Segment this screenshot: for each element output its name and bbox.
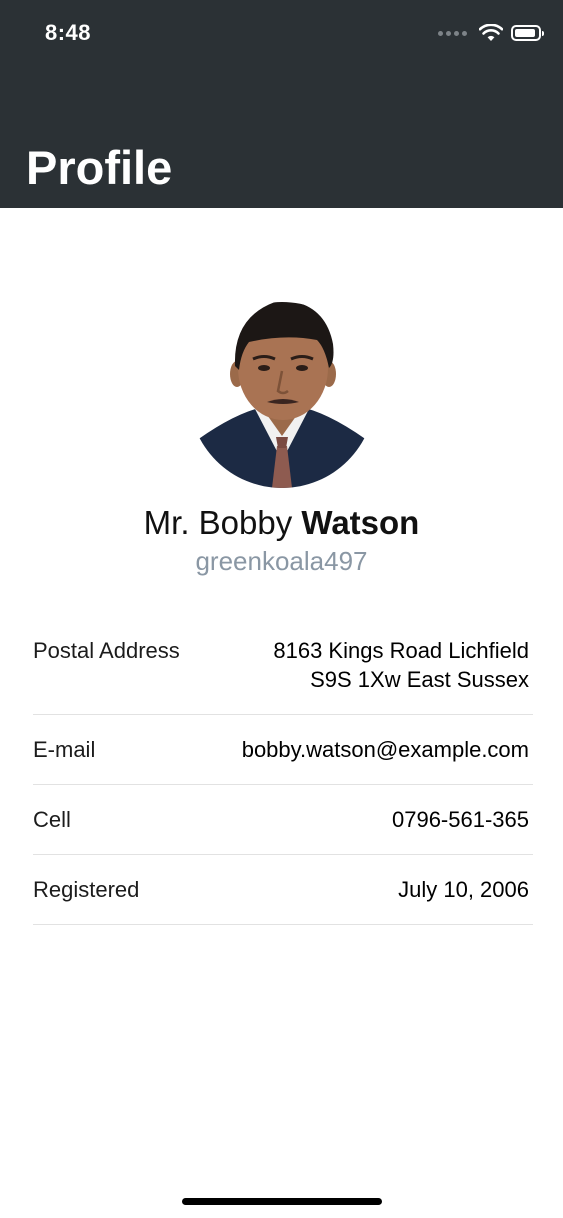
address-value: 8163 Kings Road Lichfield S9S 1Xw East S…	[273, 636, 533, 694]
cellular-signal-icon	[438, 30, 467, 36]
status-icons	[438, 24, 544, 42]
detail-row-email: E-mail bobby.watson@example.com	[33, 715, 533, 785]
detail-row-address: Postal Address 8163 Kings Road Lichfield…	[33, 620, 533, 715]
detail-row-registered: Registered July 10, 2006	[33, 855, 533, 925]
email-value[interactable]: bobby.watson@example.com	[242, 735, 533, 764]
detail-row-cell: Cell 0796-561-365	[33, 785, 533, 855]
navigation-header: 8:48 Profile	[0, 0, 563, 208]
status-time: 8:48	[45, 20, 92, 45]
name-title: Mr.	[143, 504, 190, 541]
registered-label: Registered	[33, 877, 140, 902]
battery-icon	[511, 25, 544, 41]
email-label: E-mail	[33, 737, 96, 762]
full-name: Mr. Bobby Watson	[0, 500, 563, 546]
wifi-icon	[479, 24, 503, 41]
cell-value[interactable]: 0796-561-365	[392, 805, 533, 834]
profile-screen: 8:48 Profile Mr. Bobby Watson greenkoala…	[0, 0, 563, 1218]
first-name: Bobby	[198, 504, 293, 541]
cell-label: Cell	[33, 807, 71, 832]
page-title: Profile	[26, 141, 173, 194]
address-label: Postal Address	[33, 638, 180, 663]
profile-details-list: Postal Address 8163 Kings Road Lichfield…	[33, 620, 533, 925]
registered-value: July 10, 2006	[398, 877, 529, 902]
home-indicator[interactable]	[182, 1198, 382, 1205]
address-line-2: S9S 1Xw East Sussex	[310, 667, 529, 692]
avatar	[189, 302, 375, 488]
address-line-1: 8163 Kings Road Lichfield	[273, 638, 529, 663]
last-name: Watson	[301, 504, 420, 541]
username: greenkoala497	[195, 546, 368, 576]
